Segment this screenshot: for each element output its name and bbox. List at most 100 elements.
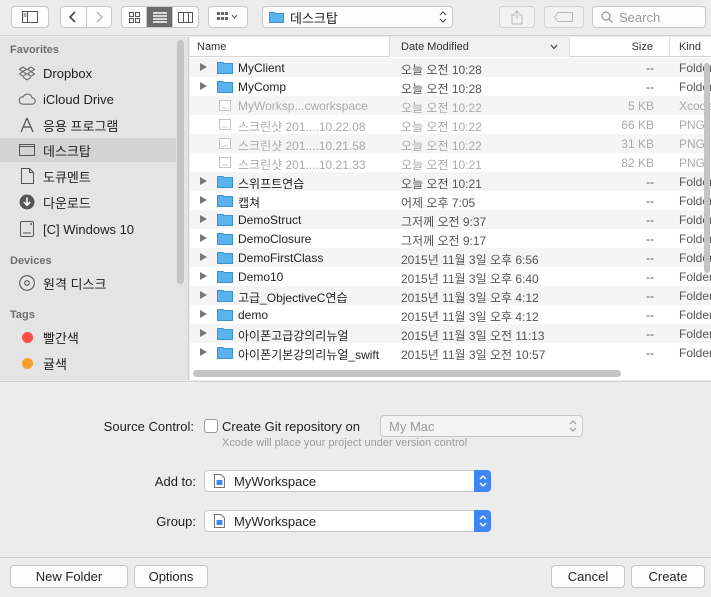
file-size: -- <box>646 175 654 189</box>
disclosure-triangle-icon[interactable] <box>200 234 207 242</box>
sidebar-item-documents[interactable]: 도큐멘트 <box>0 164 176 188</box>
location-popup[interactable]: 데스크탑 <box>262 6 453 28</box>
file-name: 아이폰고급강의리뉴얼 <box>238 329 349 343</box>
table-row[interactable]: 스위프트연습 오늘 오전 10:21 -- Folder <box>190 172 711 191</box>
disclosure-triangle-icon[interactable] <box>200 177 207 185</box>
sidebar-toggle-button[interactable] <box>11 6 49 28</box>
table-row[interactable]: DemoClosure 그저께 오전 9:17 -- Folder <box>190 229 711 248</box>
file-name: 스크린샷 201....10.21.33 <box>238 158 366 172</box>
grid-icon <box>128 11 140 23</box>
column-header: Name Date Modified Size Kind <box>190 37 711 57</box>
horizontal-scrollbar[interactable] <box>193 370 621 377</box>
group-popup[interactable]: MyWorkspace <box>204 510 491 532</box>
remote-disc-icon <box>18 274 36 292</box>
sidebar-item-remote-disc[interactable]: 원격 디스크 <box>0 271 176 295</box>
table-row[interactable]: demo 2015년 11월 3일 오후 4:12 -- Folder <box>190 305 711 324</box>
cloud-icon <box>18 90 36 108</box>
forward-button[interactable] <box>87 7 112 27</box>
table-row[interactable]: 아이폰고급강의리뉴얼 2015년 11월 3일 오전 11:13 -- Folder <box>190 324 711 343</box>
disclosure-triangle-icon[interactable] <box>200 310 207 318</box>
create-git-label: Create Git repository on <box>222 419 361 434</box>
sidebar-item-label: [C] Windows 10 <box>43 221 135 237</box>
table-row[interactable]: DemoStruct 그저께 오전 9:37 -- Folder <box>190 210 711 229</box>
sidebar-item-icloud-drive[interactable]: iCloud Drive <box>0 87 176 111</box>
workspace-file-icon <box>214 514 225 528</box>
column-header-size[interactable]: Size <box>570 37 670 57</box>
tag-button[interactable] <box>544 6 584 28</box>
table-row[interactable]: 고급_ObjectiveC연습 2015년 11월 3일 오후 4:12 -- Fol… <box>190 286 711 305</box>
disclosure-triangle-icon[interactable] <box>200 82 207 90</box>
search-field[interactable]: Search <box>592 6 706 28</box>
table-row[interactable]: 스크린샷 201....10.22.08 오늘 오전 10:22 66 KB PNG <box>190 115 711 134</box>
file-name: 스크린샷 201....10.22.08 <box>238 120 366 134</box>
toolbar: 데스크탑 Search <box>0 0 711 36</box>
icon-view-button[interactable] <box>122 7 148 27</box>
file-date: 2015년 11월 3일 오후 6:40 <box>401 272 539 286</box>
disclosure-triangle-icon[interactable] <box>200 215 207 223</box>
add-to-value: MyWorkspace <box>234 473 317 489</box>
document-icon <box>18 167 36 185</box>
sidebar-item-tag-orange[interactable]: 귤색 <box>0 351 176 375</box>
table-row[interactable]: MyClient 오늘 오전 10:28 -- Folder <box>190 58 711 77</box>
file-size: -- <box>646 251 654 265</box>
disclosure-triangle-icon[interactable] <box>200 63 207 71</box>
arrange-grid-icon <box>217 12 238 20</box>
sidebar-item-applications[interactable]: 응용 프로그램 <box>0 113 176 137</box>
sidebar-item-desktop[interactable]: 데스크탑 <box>0 138 176 162</box>
cancel-button[interactable]: Cancel <box>551 565 625 588</box>
file-icon <box>219 119 231 130</box>
sort-chevron-down-icon <box>550 44 558 50</box>
list-icon <box>152 11 167 23</box>
new-folder-button[interactable]: New Folder <box>10 565 128 588</box>
disclosure-triangle-icon[interactable] <box>200 291 207 299</box>
sidebar-item-downloads[interactable]: 다운로드 <box>0 190 176 214</box>
disclosure-triangle-icon[interactable] <box>200 272 207 280</box>
table-row[interactable]: MyWorksp...cworkspace 오늘 오전 10:22 5 KB Xcod… <box>190 96 711 115</box>
table-row[interactable]: MyComp 오늘 오전 10:28 -- Folder <box>190 77 711 96</box>
add-to-popup[interactable]: MyWorkspace <box>204 470 491 492</box>
table-row[interactable]: 스크린샷 201....10.21.58 오늘 오전 10:22 31 KB PNG <box>190 134 711 153</box>
table-row[interactable]: 아이폰기본강의리뉴얼_swift 2015년 11월 3일 오전 10:57 -- F… <box>190 343 711 362</box>
sidebar-scrollbar[interactable] <box>177 40 184 284</box>
share-button[interactable] <box>499 6 535 28</box>
list-view-button[interactable] <box>147 7 173 27</box>
table-row[interactable]: Demo10 2015년 11월 3일 오후 6:40 -- Folder <box>190 267 711 286</box>
column-header-name[interactable]: Name <box>190 37 390 57</box>
disclosure-triangle-icon[interactable] <box>200 196 207 204</box>
download-icon <box>18 193 36 211</box>
table-row[interactable]: 캡쳐 어제 오후 7:05 -- Folder <box>190 191 711 210</box>
disclosure-triangle-icon[interactable] <box>200 348 207 356</box>
table-row[interactable]: DemoFirstClass 2015년 11월 3일 오후 6:56 -- Fold… <box>190 248 711 267</box>
column-view-button[interactable] <box>173 7 198 27</box>
search-icon <box>601 11 613 23</box>
git-location-popup[interactable]: My Mac <box>380 415 583 437</box>
options-button[interactable]: Options <box>134 565 208 588</box>
column-header-kind[interactable]: Kind <box>670 37 711 57</box>
vertical-scrollbar[interactable] <box>704 63 710 273</box>
sidebar-item-windows-drive[interactable]: [C] Windows 10 <box>0 217 176 241</box>
disclosure-triangle-icon[interactable] <box>200 253 207 261</box>
disclosure-triangle-icon[interactable] <box>200 329 207 337</box>
orange-tag-icon <box>18 354 36 372</box>
applications-icon <box>18 116 36 134</box>
file-name: 고급_ObjectiveC연습 <box>238 291 348 305</box>
favorites-title: Favorites <box>10 44 59 56</box>
sidebar-item-dropbox[interactable]: Dropbox <box>0 61 176 85</box>
sidebar-icon <box>22 11 38 23</box>
folder-icon <box>217 290 233 302</box>
back-button[interactable] <box>61 7 87 27</box>
arrange-menu-button[interactable] <box>208 6 248 28</box>
file-rows: MyClient 오늘 오전 10:28 -- Folder MyComp 오늘 오전 1… <box>190 58 711 362</box>
folder-icon <box>217 62 233 74</box>
table-row[interactable]: 스크린샷 201....10.21.33 오늘 오전 10:21 82 KB PNG <box>190 153 711 172</box>
column-header-date[interactable]: Date Modified <box>390 37 570 57</box>
file-date: 오늘 오전 10:28 <box>401 63 482 77</box>
create-git-checkbox[interactable] <box>204 419 218 433</box>
file-size: -- <box>646 327 654 341</box>
red-tag-icon <box>18 328 36 346</box>
add-to-label: Add to: <box>154 474 196 489</box>
file-date: 2015년 11월 3일 오후 6:56 <box>401 253 539 267</box>
sidebar-item-tag-red[interactable]: 빨간색 <box>0 325 176 349</box>
sidebar-item-label: 귤색 <box>43 356 67 372</box>
create-button[interactable]: Create <box>631 565 705 588</box>
